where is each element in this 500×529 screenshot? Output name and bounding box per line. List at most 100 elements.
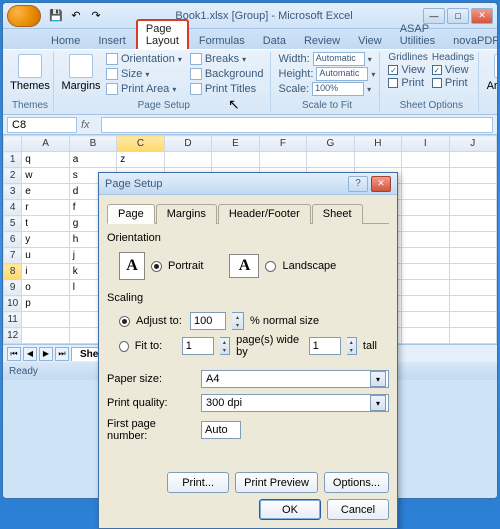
landscape-radio[interactable] [265, 261, 276, 272]
cell-J12[interactable] [449, 328, 496, 344]
cell-E1[interactable] [212, 152, 259, 168]
dialog-tab-sheet[interactable]: Sheet [312, 204, 363, 224]
height-select[interactable]: Automatic [316, 67, 368, 81]
cell-I11[interactable] [402, 312, 449, 328]
col-header-E[interactable]: E [212, 136, 259, 152]
dialog-titlebar[interactable]: Page Setup ? ✕ [99, 173, 397, 195]
ribbon-tab-asaputilities[interactable]: ASAP Utilities [392, 21, 443, 49]
ribbon-tab-insert[interactable]: Insert [90, 33, 134, 49]
width-select[interactable]: Automatic [313, 52, 365, 66]
cell-I9[interactable] [402, 280, 449, 296]
printtitles-button[interactable]: Print Titles [188, 82, 266, 96]
row-header-12[interactable]: 12 [4, 328, 22, 344]
gridlines-view-check[interactable]: ✓View [388, 64, 427, 76]
col-header-I[interactable]: I [402, 136, 449, 152]
row-header-9[interactable]: 9 [4, 280, 22, 296]
dialog-tab-headerfooter[interactable]: Header/Footer [218, 204, 311, 224]
printarea-button[interactable]: Print Area▾ [104, 82, 184, 96]
orientation-button[interactable]: Orientation▾ [104, 52, 184, 66]
ribbon-tab-review[interactable]: Review [296, 33, 348, 49]
row-header-10[interactable]: 10 [4, 296, 22, 312]
cell-J10[interactable] [449, 296, 496, 312]
ribbon-tab-home[interactable]: Home [43, 33, 88, 49]
ribbon-tab-pagelayout[interactable]: Page Layout [136, 19, 189, 49]
cell-C1[interactable]: z [117, 152, 164, 168]
headings-view-check[interactable]: ✓View [432, 64, 474, 76]
cell-I2[interactable] [402, 168, 449, 184]
col-header-G[interactable]: G [307, 136, 354, 152]
col-header-B[interactable]: B [69, 136, 116, 152]
row-header-6[interactable]: 6 [4, 232, 22, 248]
cell-I4[interactable] [402, 200, 449, 216]
cell-I5[interactable] [402, 216, 449, 232]
row-header-2[interactable]: 2 [4, 168, 22, 184]
cell-A2[interactable]: w [22, 168, 69, 184]
print-quality-select[interactable]: 300 dpi [201, 394, 389, 412]
portrait-radio[interactable] [151, 261, 162, 272]
cell-A6[interactable]: y [22, 232, 69, 248]
ok-button[interactable]: OK [259, 499, 321, 520]
sheet-nav-prev[interactable]: ◀ [23, 347, 37, 361]
cell-D1[interactable] [164, 152, 211, 168]
cell-A4[interactable]: r [22, 200, 69, 216]
col-header-H[interactable]: H [354, 136, 401, 152]
undo-icon[interactable]: ↶ [67, 7, 85, 25]
ribbon-tab-data[interactable]: Data [255, 33, 294, 49]
col-header-C[interactable]: C [117, 136, 164, 152]
row-header-4[interactable]: 4 [4, 200, 22, 216]
row-header-11[interactable]: 11 [4, 312, 22, 328]
fx-icon[interactable]: fx [81, 119, 97, 131]
col-header-F[interactable]: F [259, 136, 306, 152]
office-button[interactable] [7, 5, 41, 27]
dialog-tab-page[interactable]: Page [107, 204, 155, 224]
ribbon-tab-view[interactable]: View [350, 33, 390, 49]
cell-G1[interactable] [307, 152, 354, 168]
cell-I6[interactable] [402, 232, 449, 248]
dialog-tab-margins[interactable]: Margins [156, 204, 217, 224]
col-header-J[interactable]: J [449, 136, 496, 152]
cell-A9[interactable]: o [22, 280, 69, 296]
fit-wide-spinner[interactable]: ▴▾ [220, 337, 230, 355]
cell-H1[interactable] [354, 152, 401, 168]
cell-A12[interactable] [22, 328, 69, 344]
redo-icon[interactable]: ↷ [87, 7, 105, 25]
headings-print-check[interactable]: Print [432, 77, 474, 89]
close-button[interactable]: ✕ [471, 8, 493, 24]
fit-tall-input[interactable]: 1 [309, 337, 341, 355]
cell-J6[interactable] [449, 232, 496, 248]
breaks-button[interactable]: Breaks▾ [188, 52, 266, 66]
sheet-nav-next[interactable]: ▶ [39, 347, 53, 361]
cell-A8[interactable]: i [22, 264, 69, 280]
cell-A5[interactable]: t [22, 216, 69, 232]
ribbon-tab-novapdf[interactable]: novaPDF [445, 33, 498, 49]
cell-J2[interactable] [449, 168, 496, 184]
cell-J8[interactable] [449, 264, 496, 280]
adjust-radio[interactable] [119, 316, 130, 327]
paper-size-select[interactable]: A4 [201, 370, 389, 388]
ribbon-tab-formulas[interactable]: Formulas [191, 33, 253, 49]
sheet-nav-first[interactable]: ⏮ [7, 347, 21, 361]
cell-J7[interactable] [449, 248, 496, 264]
arrange-button[interactable]: Arrange [487, 52, 498, 94]
cell-A3[interactable]: e [22, 184, 69, 200]
formula-input[interactable] [101, 117, 493, 133]
cell-A10[interactable]: p [22, 296, 69, 312]
cell-I8[interactable] [402, 264, 449, 280]
background-button[interactable]: Background [188, 67, 266, 81]
dialog-help-button[interactable]: ? [348, 176, 368, 192]
cell-I12[interactable] [402, 328, 449, 344]
firstpage-input[interactable]: Auto [201, 421, 241, 439]
size-button[interactable]: Size▾ [104, 67, 184, 81]
cell-J1[interactable] [449, 152, 496, 168]
cell-I1[interactable] [402, 152, 449, 168]
margins-button[interactable]: Margins [62, 52, 100, 94]
print-preview-button[interactable]: Print Preview [235, 472, 318, 493]
cell-J3[interactable] [449, 184, 496, 200]
themes-button[interactable]: Themes [11, 52, 49, 94]
scale-input[interactable]: 100% [312, 82, 364, 96]
gridlines-print-check[interactable]: Print [388, 77, 427, 89]
row-header-3[interactable]: 3 [4, 184, 22, 200]
fit-radio[interactable] [119, 341, 129, 352]
save-icon[interactable]: 💾 [47, 7, 65, 25]
options-button[interactable]: Options... [324, 472, 389, 493]
